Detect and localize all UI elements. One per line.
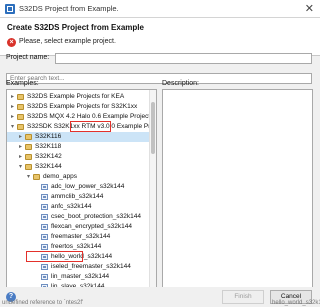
- folder-icon: [25, 154, 32, 160]
- project-name-label: Project name:: [6, 54, 50, 61]
- description-label: Description:: [162, 80, 199, 87]
- tree-item-label: adc_low_power_s32k144: [51, 183, 125, 190]
- folder-icon: [25, 144, 32, 150]
- status-right-text: hello_world_s32k144: [272, 300, 320, 306]
- tree-item-label: freemaster_s32k144: [51, 233, 111, 240]
- tree-item[interactable]: ▸ S32DS Example Projects for S32K1xx: [7, 102, 156, 112]
- project-icon: [41, 194, 48, 200]
- tree-item[interactable]: ▸ S32K142: [7, 152, 156, 162]
- tree-item-label: S32DS Example Projects for S32K1xx: [27, 103, 138, 110]
- tree-item[interactable]: lin_master_s32k144: [7, 272, 156, 282]
- chevron-down-icon[interactable]: ▾: [25, 172, 32, 182]
- window-title: S32DS Project from Example.: [19, 4, 119, 13]
- tree-item-label: anfc_s32k144: [51, 203, 92, 210]
- chevron-down-icon[interactable]: ▾: [17, 162, 24, 172]
- folder-icon: [17, 104, 24, 110]
- tree-item[interactable]: csec_boot_protection_s32k144: [7, 212, 156, 222]
- project-icon: [41, 234, 48, 240]
- project-name-field[interactable]: [55, 53, 312, 64]
- tree-item-label: ammclib_s32k144: [51, 193, 104, 200]
- project-icon: [41, 274, 48, 280]
- tree-item-label: demo_apps: [43, 173, 77, 180]
- tree-item[interactable]: ▾ S32K144: [7, 162, 156, 172]
- project-icon: [41, 224, 48, 230]
- wizard-title: Create S32DS Project from Example: [7, 23, 144, 32]
- chevron-right-icon[interactable]: ▸: [17, 132, 24, 142]
- tree-scrollbar[interactable]: [149, 90, 156, 303]
- chevron-down-icon[interactable]: ▾: [9, 122, 16, 132]
- chevron-right-icon[interactable]: ▸: [17, 142, 24, 152]
- tree-item[interactable]: ammclib_s32k144: [7, 192, 156, 202]
- wizard-header: Create S32DS Project from Example × Plea…: [0, 18, 320, 56]
- tree-item[interactable]: freemaster_s32k144: [7, 232, 156, 242]
- tree-item-label: iseled_freemaster_s32k144: [51, 263, 131, 270]
- folder-icon: [17, 124, 24, 130]
- folder-icon: [25, 164, 32, 170]
- close-icon[interactable]: ✕: [305, 2, 314, 15]
- tree-item[interactable]: ▸ S32K116: [7, 132, 156, 142]
- status-left-text: undefined reference to `ntes2f': [2, 300, 84, 306]
- tree-item-label: S32K118: [35, 143, 62, 150]
- wizard-body: Project name: Examples: Description: ▸ S3…: [0, 53, 320, 307]
- tree-scrollbar-thumb[interactable]: [151, 102, 155, 154]
- examples-tree[interactable]: ▸ S32DS Example Projects for KEA ▸ S32DS Ex…: [6, 89, 157, 304]
- tree-item-label: csec_boot_protection_s32k144: [51, 213, 141, 220]
- tree-item[interactable]: ▸ S32DS Example Projects for KEA: [7, 92, 156, 102]
- description-panel: [162, 89, 313, 304]
- tree-item[interactable]: adc_low_power_s32k144: [7, 182, 156, 192]
- tree-item[interactable]: flexcan_encrypted_s32k144: [7, 222, 156, 232]
- tree-item[interactable]: ▸ S32K118: [7, 142, 156, 152]
- chevron-right-icon[interactable]: ▸: [17, 152, 24, 162]
- folder-icon: [17, 94, 24, 100]
- tree-item-label: S32DS Example Projects for KEA: [27, 93, 125, 100]
- tree-item[interactable]: anfc_s32k144: [7, 202, 156, 212]
- examples-label: Examples:: [6, 80, 39, 87]
- project-icon: [41, 214, 48, 220]
- highlight-hello-world: [26, 251, 83, 262]
- tree-item-label: S32K116: [35, 133, 62, 140]
- chevron-right-icon[interactable]: ▸: [9, 92, 16, 102]
- tree-item-label: flexcan_encrypted_s32k144: [51, 223, 132, 230]
- error-icon: ×: [7, 38, 16, 47]
- search-input[interactable]: [6, 73, 312, 84]
- wizard-message: Please, select example project.: [19, 38, 116, 45]
- tree-item[interactable]: ▾ demo_apps: [7, 172, 156, 182]
- chevron-right-icon[interactable]: ▸: [9, 112, 16, 122]
- tree-item-label: S32K142: [35, 153, 62, 160]
- finish-button[interactable]: Finish: [222, 290, 264, 304]
- project-icon: [41, 204, 48, 210]
- title-bar: S32DS Project from Example. ✕: [0, 0, 320, 18]
- project-icon: [41, 244, 48, 250]
- tree-item-label: S32K144: [35, 163, 62, 170]
- tree-item-label: lin_master_s32k144: [51, 273, 110, 280]
- chevron-right-icon[interactable]: ▸: [9, 102, 16, 112]
- project-icon: [41, 184, 48, 190]
- folder-icon: [25, 134, 32, 140]
- tree-item[interactable]: iseled_freemaster_s32k144: [7, 262, 156, 272]
- project-icon: [41, 264, 48, 270]
- highlight-rtm-version: [70, 121, 111, 132]
- app-icon: [5, 4, 15, 14]
- folder-icon: [17, 114, 24, 120]
- folder-icon: [33, 174, 40, 180]
